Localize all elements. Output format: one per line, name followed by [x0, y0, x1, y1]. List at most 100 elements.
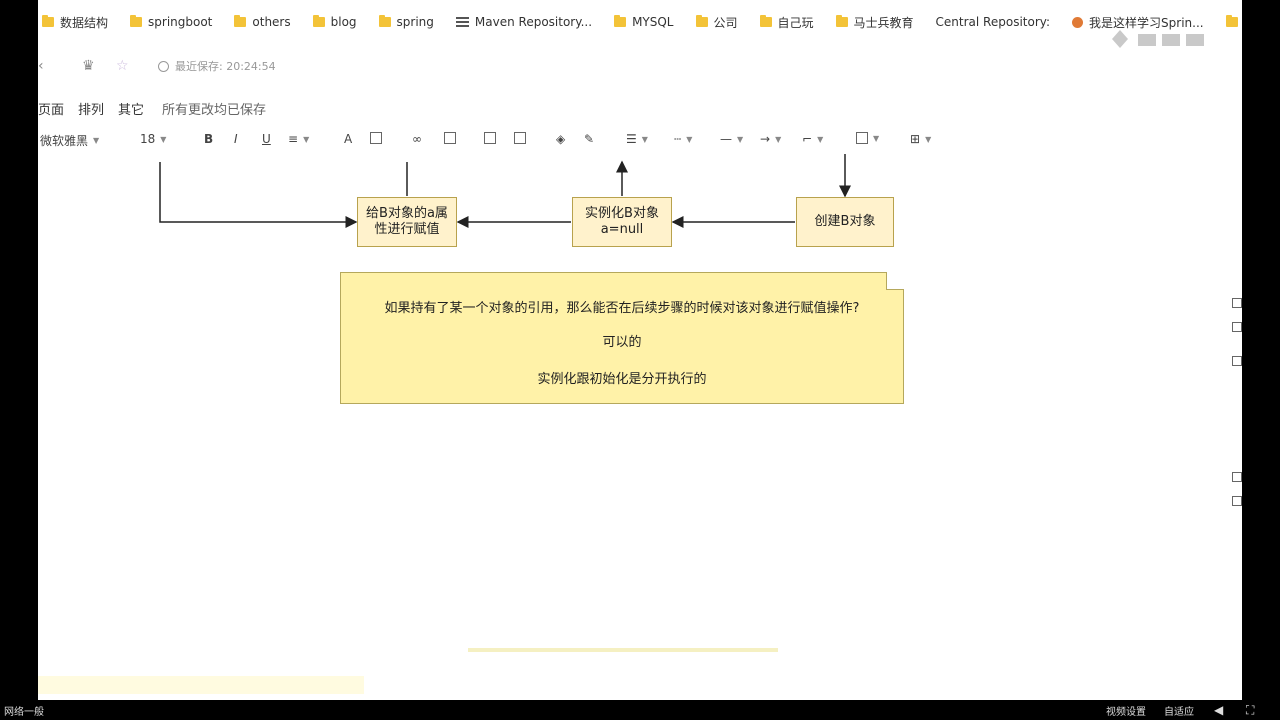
chevron-down-icon: ▼: [93, 136, 100, 145]
editor-window: 数据结构 springboot others blog spring Maven Repo…: [38, 0, 1242, 720]
folder-icon: [614, 15, 627, 27]
title-row: ‹ ♛ ☆ 最近保存: 20:24:54: [38, 54, 1242, 80]
note-shape[interactable]: 如果持有了某一个对象的引用，那么能否在后续步骤的时候对该对象进行赋值操作? 可以…: [340, 272, 904, 404]
bookmark-label: blog: [330, 15, 357, 29]
folder-icon: [378, 15, 391, 27]
bookmark-item[interactable]: 马士兵教育: [835, 14, 914, 31]
font-family-value: 微软雅黑: [40, 134, 89, 148]
node-assign-a[interactable]: 给B对象的a属性进行赋值: [357, 197, 457, 247]
node-assign-a-label: 给B对象的a属性进行赋值: [366, 206, 448, 237]
text-bg-icon: [370, 132, 382, 144]
font-size-value: 18: [140, 132, 156, 146]
bring-front-button[interactable]: [484, 132, 496, 144]
menu-other[interactable]: 其它: [118, 99, 144, 118]
bookmark-item[interactable]: springboot: [130, 15, 212, 29]
clock-icon: [158, 60, 169, 72]
bookmark-item[interactable]: spring: [378, 15, 434, 29]
star-icon[interactable]: ☆: [116, 58, 129, 74]
node-create-b-label: 创建B对象: [814, 214, 876, 229]
bookmark-item[interactable]: 公司: [695, 14, 738, 31]
line-style-button[interactable]: ┄ ▼: [674, 132, 692, 146]
chevron-down-icon: ▼: [303, 134, 310, 144]
font-size-select[interactable]: 18 ▼: [140, 132, 166, 146]
chevron-down-icon: ▼: [686, 134, 693, 144]
back-icon[interactable]: ‹: [38, 58, 44, 74]
align-button[interactable]: ≡ ▼: [288, 132, 309, 146]
bookmark-label: 数据结构: [60, 15, 109, 30]
checkbox-stub[interactable]: [1232, 356, 1242, 366]
node-instantiate-b-value: a=null: [600, 222, 644, 237]
bookmark-label: spring: [396, 15, 434, 29]
checkbox-stub[interactable]: [1232, 496, 1242, 506]
line-width-button[interactable]: ☰ ▼: [626, 132, 648, 146]
logo-watermark-icon: [1112, 30, 1204, 48]
text-bg-button[interactable]: [370, 132, 382, 144]
maven-icon: [455, 17, 469, 27]
font-color-button[interactable]: A: [344, 132, 352, 146]
save-status: 最近保存: 20:24:54: [158, 58, 276, 74]
screen: 数据结构 springboot others blog spring Maven Repo…: [0, 0, 1280, 720]
chevron-down-icon: ▼: [925, 134, 932, 144]
bold-button[interactable]: B: [204, 132, 213, 146]
folder-icon: [695, 15, 708, 27]
crown-icon[interactable]: ♛: [82, 58, 95, 74]
bookmark-item[interactable]: 数据结构: [42, 14, 108, 31]
font-family-select[interactable]: 微软雅黑 ▼: [40, 132, 99, 149]
bookmark-item[interactable]: Central Repository:: [936, 15, 1051, 29]
chevron-down-icon: ▼: [737, 134, 744, 144]
arrow-style-button[interactable]: → ▼: [760, 132, 781, 146]
link-button[interactable]: ∞: [412, 132, 422, 146]
checkbox-stub[interactable]: [1232, 472, 1242, 482]
video-settings-button[interactable]: 视频设置: [1106, 703, 1146, 718]
bookmark-label: Maven Repository...: [474, 15, 593, 29]
save-status-text: 最近保存: 20:24:54: [175, 60, 276, 73]
line-start-button[interactable]: — ▼: [720, 132, 743, 146]
player-bottom-bar: [0, 700, 1280, 720]
underline-button[interactable]: U: [262, 132, 271, 146]
bookmark-label: 公司: [713, 15, 738, 30]
image-icon: [444, 132, 456, 144]
bookmark-item[interactable]: blog: [312, 15, 357, 29]
table-button[interactable]: ⊞ ▼: [910, 132, 931, 146]
bookmark-label: MYSQL: [632, 15, 674, 29]
send-back-button[interactable]: [514, 132, 526, 144]
diagram-canvas[interactable]: 给B对象的a属性进行赋值 实例化B对象 a=null 创建B对象 如果持有了某一…: [38, 154, 1242, 654]
bookmark-item[interactable]: Maven Repository...: [455, 15, 593, 29]
folder-icon: [835, 15, 848, 27]
fill-color-button[interactable]: ◈: [556, 132, 565, 146]
note-answer: 可以的: [602, 335, 642, 350]
bookmark-item[interactable]: MYSQL: [614, 15, 674, 29]
bookmark-label: 马士兵教育: [853, 15, 914, 30]
folder-icon: [42, 15, 54, 27]
menu-bar: 页面 排列 其它 所有更改均已保存: [38, 96, 280, 120]
chevron-down-icon: ▼: [641, 134, 648, 144]
format-toolbar: 微软雅黑 ▼ 18 ▼ B I U ≡ ▼ A ∞ ◈ ✎ ☰ ▼ ┄ ▼ — ▼ → ▼ ⌐…: [38, 128, 1242, 154]
chevron-down-icon: ▼: [817, 134, 824, 144]
menu-page[interactable]: 页面: [38, 99, 64, 118]
bookmarks-bar: 数据结构 springboot others blog spring Maven Repo…: [38, 0, 1242, 44]
chevron-down-icon: ▼: [775, 134, 782, 144]
arrange-button[interactable]: ▼: [856, 132, 879, 144]
image-button[interactable]: [444, 132, 456, 144]
bookmark-item[interactable]: Spring: [1225, 15, 1242, 29]
italic-button[interactable]: I: [234, 132, 238, 146]
menu-arrange[interactable]: 排列: [78, 99, 104, 118]
auto-fit-button[interactable]: 自适应: [1164, 703, 1194, 718]
edge-left-to-assign[interactable]: [159, 162, 358, 228]
bookmark-item[interactable]: 自己玩: [759, 14, 814, 31]
volume-icon[interactable]: ◀: [1214, 703, 1223, 717]
bookmark-item[interactable]: others: [234, 15, 291, 29]
line-color-button[interactable]: ✎: [584, 132, 594, 146]
node-create-b[interactable]: 创建B对象: [796, 197, 894, 247]
connector-button[interactable]: ⌐ ▼: [802, 132, 823, 146]
checkbox-stub[interactable]: [1232, 298, 1242, 308]
fullscreen-icon[interactable]: ⛶: [1246, 703, 1254, 718]
note-conclusion: 实例化跟初始化是分开执行的: [537, 372, 707, 387]
chevron-down-icon: ▼: [873, 133, 880, 143]
highlight-strip: [38, 676, 364, 694]
note-question: 如果持有了某一个对象的引用，那么能否在后续步骤的时候对该对象进行赋值操作?: [384, 301, 860, 316]
note-fold-corner: [886, 272, 904, 290]
node-instantiate-b[interactable]: 实例化B对象 a=null: [572, 197, 672, 247]
bookmark-label: 自己玩: [777, 15, 814, 30]
checkbox-stub[interactable]: [1232, 322, 1242, 332]
